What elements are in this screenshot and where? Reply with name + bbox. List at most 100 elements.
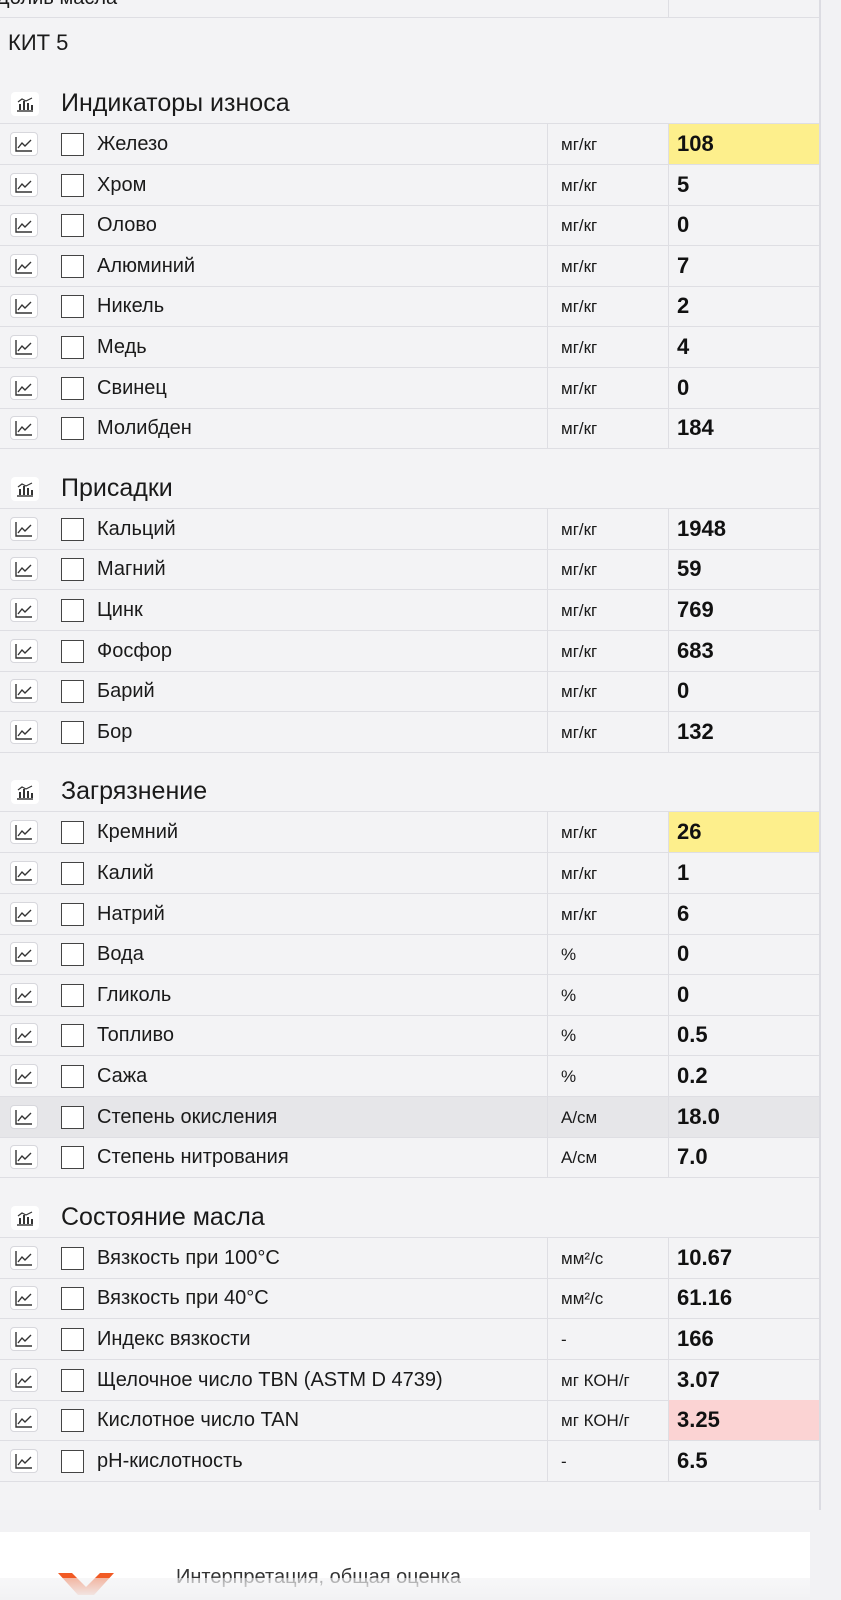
line-chart-icon[interactable] xyxy=(10,375,38,400)
line-chart-icon[interactable] xyxy=(10,1367,38,1392)
parameter-value: 0.2 xyxy=(668,1056,819,1096)
row-checkbox[interactable] xyxy=(61,821,84,845)
parameter-row[interactable]: Медь мг/кг 4 xyxy=(0,327,819,368)
line-chart-icon[interactable] xyxy=(10,1245,38,1270)
parameter-unit: мг/кг xyxy=(547,408,668,449)
parameter-row[interactable]: Кислотное число TAN мг КОН/г 3.25 xyxy=(0,1400,819,1442)
parameter-row[interactable]: Щелочное число TBN (ASTM D 4739) мг КОН/г… xyxy=(0,1359,819,1401)
row-checkbox[interactable] xyxy=(61,862,84,885)
line-chart-icon[interactable] xyxy=(10,1023,38,1048)
row-checkbox[interactable] xyxy=(61,1024,84,1048)
row-checkbox[interactable] xyxy=(61,558,84,582)
row-checkbox[interactable] xyxy=(61,680,84,704)
row-checkbox[interactable] xyxy=(61,214,84,238)
line-chart-icon[interactable] xyxy=(10,516,38,541)
parameter-row[interactable]: Барий мг/кг 0 xyxy=(0,671,819,713)
parameter-row[interactable]: Молибден мг/кг 184 xyxy=(0,408,819,450)
row-checkbox[interactable] xyxy=(61,254,84,278)
line-chart-icon[interactable] xyxy=(10,942,38,967)
row-checkbox[interactable] xyxy=(61,1409,84,1433)
bar-chart-icon[interactable] xyxy=(11,1205,39,1230)
row-checkbox[interactable] xyxy=(61,1146,84,1170)
row-checkbox[interactable] xyxy=(61,1368,84,1392)
parameter-unit: А/см xyxy=(547,1096,668,1137)
parameter-row[interactable]: Фосфор мг/кг 683 xyxy=(0,630,819,672)
parameter-row[interactable]: Никель мг/кг 2 xyxy=(0,286,819,328)
parameter-row[interactable]: Цинк мг/кг 769 xyxy=(0,590,819,631)
bar-chart-icon[interactable] xyxy=(11,92,39,116)
parameter-name: Олово xyxy=(97,214,157,237)
line-chart-icon[interactable] xyxy=(10,213,38,238)
parameter-row[interactable]: Хром мг/кг 5 xyxy=(0,164,819,206)
line-chart-icon[interactable] xyxy=(10,335,38,359)
line-chart-icon[interactable] xyxy=(10,982,38,1007)
parameter-row[interactable]: Натрий мг/кг 6 xyxy=(0,893,819,935)
parameter-row[interactable]: Сажа% 0.2 xyxy=(0,1056,819,1097)
line-chart-icon[interactable] xyxy=(10,1286,38,1311)
row-checkbox[interactable] xyxy=(61,336,84,359)
parameter-row[interactable]: Топливо% 0.5 xyxy=(0,1015,819,1057)
results-panel: Долив масла КИТ 5 Индикаторы износа Желез… xyxy=(0,0,821,1510)
line-chart-icon[interactable] xyxy=(10,901,38,926)
row-checkbox[interactable] xyxy=(61,1246,84,1270)
parameter-row[interactable]: Вода% 0 xyxy=(0,934,819,976)
parameter-row[interactable]: Вязкость при 40°C мм²/с 61.16 xyxy=(0,1278,819,1320)
parameter-row[interactable]: Кремний мг/кг 26 xyxy=(0,812,819,854)
row-checkbox[interactable] xyxy=(61,1328,84,1351)
row-checkbox[interactable] xyxy=(61,1065,84,1088)
parameter-row[interactable]: Кальций мг/кг 1948 xyxy=(0,508,819,550)
row-checkbox[interactable] xyxy=(61,1105,84,1129)
row-checkbox[interactable] xyxy=(61,1287,84,1311)
line-chart-icon[interactable] xyxy=(10,719,38,744)
line-chart-icon[interactable] xyxy=(10,294,38,319)
line-chart-icon[interactable] xyxy=(10,820,38,845)
parameter-unit: % xyxy=(547,1056,668,1096)
line-chart-icon[interactable] xyxy=(10,679,38,704)
line-chart-icon[interactable] xyxy=(10,416,38,441)
line-chart-icon[interactable] xyxy=(10,1064,38,1088)
parameter-row[interactable]: Магний мг/кг 59 xyxy=(0,549,819,591)
row-checkbox[interactable] xyxy=(61,173,84,197)
parameter-row[interactable]: Свинец мг/кг 0 xyxy=(0,367,819,409)
line-chart-icon[interactable] xyxy=(10,132,38,156)
line-chart-icon[interactable] xyxy=(10,1408,38,1433)
row-checkbox[interactable] xyxy=(61,902,84,926)
parameter-row[interactable]: Гликоль% 0 xyxy=(0,974,819,1016)
row-checkbox[interactable] xyxy=(61,639,84,663)
bar-chart-icon[interactable] xyxy=(11,780,39,805)
row-checkbox[interactable] xyxy=(61,133,84,156)
line-chart-icon[interactable] xyxy=(10,638,38,663)
parameter-row[interactable]: Степень нитрования А/см 7.0 xyxy=(0,1137,819,1179)
bar-chart-icon[interactable] xyxy=(11,476,39,501)
parameter-name: Вязкость при 100°C xyxy=(97,1246,280,1269)
row-checkbox[interactable] xyxy=(61,983,84,1007)
row-checkbox[interactable] xyxy=(61,295,84,319)
line-chart-icon[interactable] xyxy=(10,1104,38,1129)
row-checkbox[interactable] xyxy=(61,1449,84,1473)
parameter-row[interactable]: Вязкость при 100°C мм²/с 10.67 xyxy=(0,1237,819,1279)
parameter-row[interactable]: Алюминий мг/кг 7 xyxy=(0,245,819,287)
parameter-row[interactable]: Степень окисления А/см 18.0 xyxy=(0,1096,819,1138)
parameter-row[interactable]: Бор мг/кг 132 xyxy=(0,711,819,753)
parameter-row[interactable]: Железо мг/кг 108 xyxy=(0,124,819,165)
parameter-value: 0 xyxy=(668,934,819,975)
row-checkbox[interactable] xyxy=(61,517,84,541)
line-chart-icon[interactable] xyxy=(10,1145,38,1170)
line-chart-icon[interactable] xyxy=(10,557,38,582)
line-chart-icon[interactable] xyxy=(10,861,38,885)
parameter-row[interactable]: Индекс вязкости -166 xyxy=(0,1319,819,1360)
row-checkbox[interactable] xyxy=(61,720,84,744)
line-chart-icon[interactable] xyxy=(10,598,38,622)
line-chart-icon[interactable] xyxy=(10,1448,38,1473)
row-checkbox[interactable] xyxy=(61,417,84,441)
line-chart-icon[interactable] xyxy=(10,1327,38,1351)
parameter-row[interactable]: Олово мг/кг 0 xyxy=(0,205,819,247)
row-checkbox[interactable] xyxy=(61,599,84,622)
line-chart-icon[interactable] xyxy=(10,172,38,197)
parameter-row[interactable]: pH-кислотность -6.5 xyxy=(0,1440,819,1482)
line-chart-icon[interactable] xyxy=(10,253,38,278)
row-checkbox[interactable] xyxy=(61,376,84,400)
parameter-unit: мг/кг xyxy=(547,630,668,671)
row-checkbox[interactable] xyxy=(61,943,84,967)
parameter-row[interactable]: Калий мг/кг 1 xyxy=(0,853,819,894)
